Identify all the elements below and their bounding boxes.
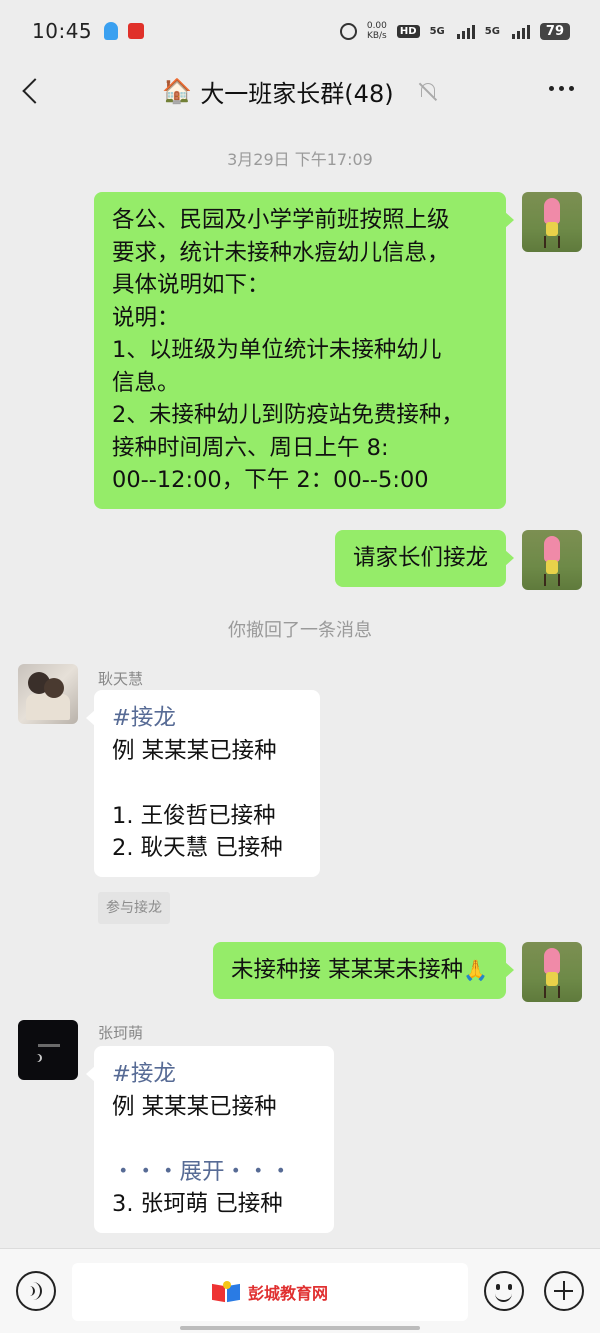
message-line: 3. 张珂萌 已接种 xyxy=(112,1191,283,1217)
message-input[interactable]: 彭城教育网 xyxy=(72,1263,468,1321)
sim2-5g-label: 5G xyxy=(484,25,500,37)
mute-icon xyxy=(418,81,438,101)
message-line xyxy=(112,767,302,800)
message-timestamp: 3月29日 下午17:09 xyxy=(227,150,373,169)
expand-link[interactable]: ・・・展开・・・ xyxy=(112,1156,316,1189)
qq-notification-icon xyxy=(104,22,119,40)
hd-icon: HD xyxy=(396,24,420,38)
app-notification-icon xyxy=(128,23,145,39)
message-bubble-outgoing[interactable]: 请家长们接龙 xyxy=(334,530,515,587)
house-icon: 🏠 xyxy=(162,77,193,105)
join-solitaire-button[interactable]: 参与接龙 xyxy=(98,892,170,924)
chat-header: 🏠 大一班家长群(48) xyxy=(0,62,600,120)
signal-icon xyxy=(511,23,530,39)
sender-avatar[interactable] xyxy=(18,1020,78,1080)
message-bubble-outgoing[interactable]: 各公、民园及小学学前班按照上级 要求，统计未接种水痘幼儿信息， 具体说明如下： … xyxy=(94,192,514,509)
voice-input-icon[interactable] xyxy=(16,1271,56,1311)
message-line: 具体说明如下： xyxy=(112,272,270,298)
message-line: 00--12:00，下午 2：00--5:00 xyxy=(112,467,429,493)
watermark: 彭城教育网 xyxy=(211,1280,328,1304)
message-line: 各公、民园及小学学前班按照上级 xyxy=(112,207,450,233)
plus-icon[interactable] xyxy=(544,1271,584,1311)
emoji-icon[interactable] xyxy=(484,1271,524,1311)
sim1-5g-label: 5G xyxy=(429,25,445,37)
message-line: 说明： xyxy=(112,304,180,331)
sender-name: 张珂萌 xyxy=(98,1024,144,1042)
message-line: 信息。 xyxy=(112,369,180,396)
chat-area[interactable]: 3月29日 下午17:09 各公、民园及小学学前班按照上级 要求，统计未接种水痘… xyxy=(0,120,600,1248)
message-bubble-incoming[interactable]: #接龙 例 某某某已接种 1. 王俊哲已接种 2. 耿天慧 已接种 xyxy=(86,690,320,877)
my-avatar[interactable] xyxy=(522,530,582,590)
sender-avatar[interactable] xyxy=(18,664,78,724)
status-bar: 10:45 0.00 KB/s HD 5G 5G 79 xyxy=(0,0,600,62)
solitaire-tag[interactable]: #接龙 xyxy=(112,702,302,735)
message-line: 1. 王俊哲已接种 xyxy=(112,802,276,829)
message-line: 接种时间周六、周日上午 8: xyxy=(112,434,389,461)
net-speed: 0.00 KB/s xyxy=(367,21,387,41)
message-bubble-incoming[interactable]: #接龙 例 某某某已接种 ・・・展开・・・ 3. 张珂萌 已接种 xyxy=(86,1046,334,1233)
message-line: 1、以班级为单位统计未接种幼儿 xyxy=(112,337,442,363)
signal-icon xyxy=(456,23,475,39)
net-speed-unit: KB/s xyxy=(366,31,387,41)
recall-notice: 你撤回了一条消息 xyxy=(228,620,372,641)
status-time: 10:45 xyxy=(32,19,93,43)
back-icon[interactable] xyxy=(18,74,46,108)
message-line: 例 某某某已接种 xyxy=(112,1093,277,1120)
home-indicator[interactable] xyxy=(180,1326,420,1330)
sender-name: 耿天慧 xyxy=(98,670,144,688)
message-text: 请家长们接龙 xyxy=(352,545,488,571)
solitaire-tag[interactable]: #接龙 xyxy=(112,1058,316,1091)
input-bar: 彭城教育网 xyxy=(0,1248,600,1333)
more-options-icon[interactable] xyxy=(549,86,574,91)
battery-icon: 79 xyxy=(539,22,570,40)
message-line xyxy=(112,1123,316,1156)
alarm-icon xyxy=(339,22,357,40)
net-speed-value: 0.00 xyxy=(366,21,387,31)
book-logo-icon xyxy=(211,1281,242,1303)
chat-title: 大一班家长群(48) xyxy=(200,79,394,108)
message-line: 要求，统计未接种水痘幼儿信息， xyxy=(112,239,450,266)
pray-emoji-icon: 🙏 xyxy=(463,958,488,982)
message-line: 2. 耿天慧 已接种 xyxy=(112,835,283,861)
message-line: 2、未接种幼儿到防疫站免费接种， xyxy=(112,402,464,428)
message-text: 未接种接 某某某未接种 xyxy=(230,957,464,983)
my-avatar[interactable] xyxy=(522,192,582,252)
message-bubble-outgoing[interactable]: 未接种接 某某某未接种🙏 xyxy=(212,942,515,999)
watermark-text: 彭城教育网 xyxy=(247,1284,328,1303)
message-line: 例 某某某已接种 xyxy=(112,737,277,764)
my-avatar[interactable] xyxy=(522,942,582,1002)
